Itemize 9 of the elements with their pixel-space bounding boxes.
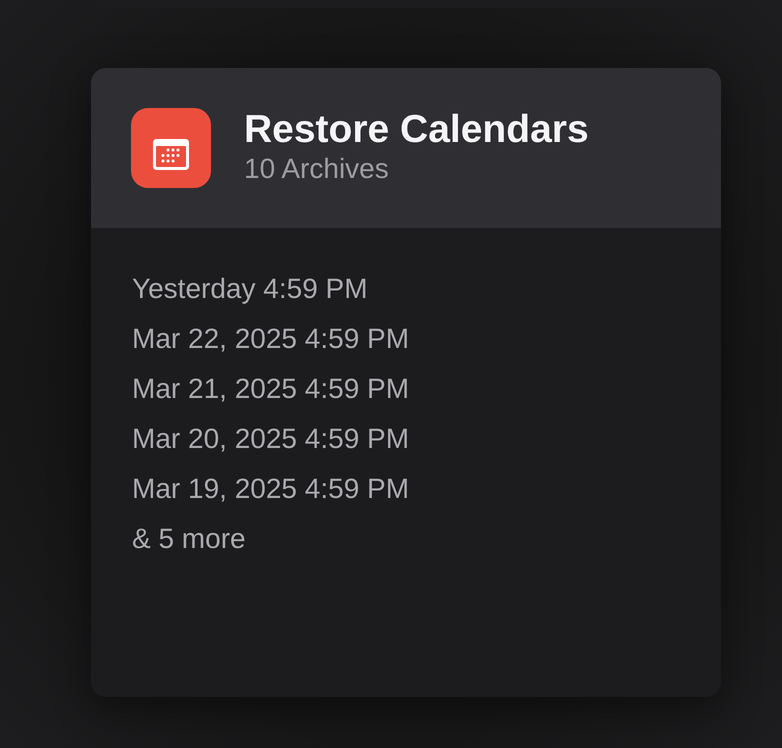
more-archives-link[interactable]: & 5 more: [132, 514, 246, 564]
archive-count: 10 Archives: [244, 152, 389, 186]
calendar-icon: [131, 108, 211, 188]
archive-item[interactable]: Mar 19, 2025 4:59 PM: [132, 464, 410, 514]
archive-item[interactable]: Mar 21, 2025 4:59 PM: [132, 364, 410, 414]
card-title: Restore Calendars: [244, 108, 589, 152]
archive-item[interactable]: Mar 20, 2025 4:59 PM: [132, 414, 410, 464]
archive-item[interactable]: Mar 22, 2025 4:59 PM: [132, 314, 410, 364]
archive-item[interactable]: Yesterday 4:59 PM: [132, 264, 368, 314]
